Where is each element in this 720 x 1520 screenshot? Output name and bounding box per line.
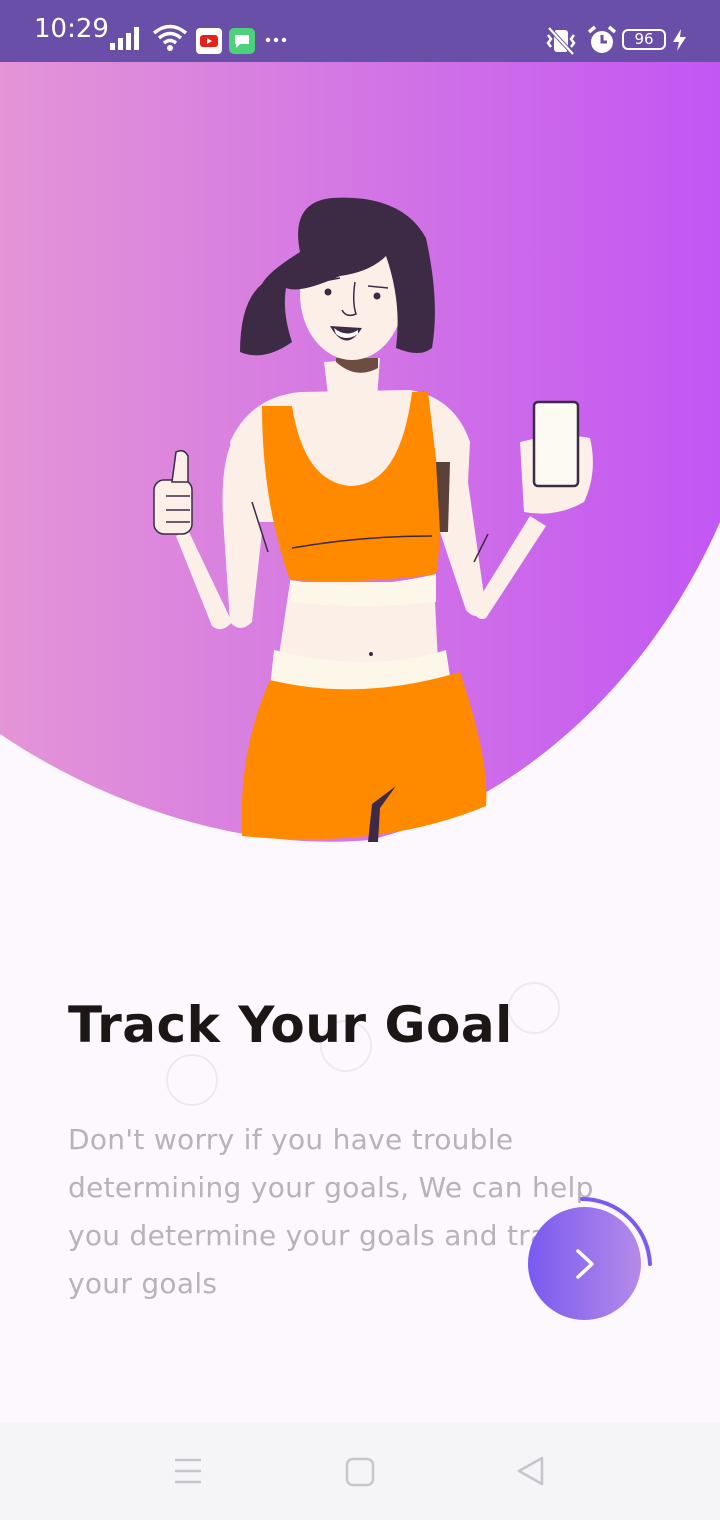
battery-icon: 96 (622, 29, 666, 50)
home-icon[interactable] (344, 1456, 376, 1488)
battery-level: 96 (634, 30, 654, 48)
youtube-icon (196, 28, 222, 54)
charging-icon (673, 29, 686, 51)
next-button-wrapper (520, 1192, 660, 1332)
chevron-right-icon (575, 1248, 594, 1279)
back-icon[interactable] (514, 1454, 548, 1488)
onboarding-screen: 10:29 96 Track Your Goal Don't worry if … (0, 0, 720, 1520)
status-bar: 10:29 96 (0, 0, 720, 62)
menu-icon[interactable] (172, 1456, 204, 1486)
page-title: Track Your Goal (68, 996, 513, 1054)
system-nav-bar (0, 1422, 720, 1520)
phone-in-hand (532, 400, 580, 488)
next-button[interactable] (528, 1207, 641, 1320)
signal-icon (110, 27, 139, 50)
status-time: 10:29 (34, 14, 109, 44)
more-notifications-icon (265, 37, 287, 43)
hero-illustration (0, 62, 720, 842)
decorative-circle (166, 1054, 218, 1106)
wifi-icon (152, 24, 188, 51)
decorative-circle (508, 982, 560, 1034)
vibrate-icon (546, 26, 576, 56)
alarm-icon (587, 25, 617, 53)
messages-icon (229, 28, 255, 54)
